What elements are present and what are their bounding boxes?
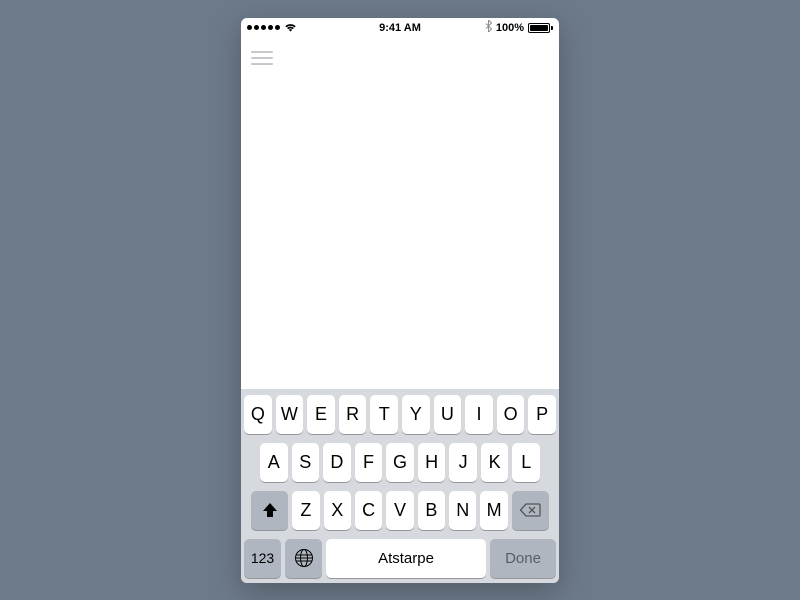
- signal-strength-icon: [247, 25, 280, 30]
- key-i[interactable]: I: [465, 395, 493, 434]
- key-n[interactable]: N: [449, 491, 476, 530]
- key-p[interactable]: P: [528, 395, 556, 434]
- nav-bar: [241, 38, 559, 78]
- space-key[interactable]: Atstarpe: [326, 539, 486, 578]
- key-s[interactable]: S: [292, 443, 320, 482]
- status-bar: 9:41 AM 100%: [241, 18, 559, 38]
- globe-key[interactable]: [285, 539, 322, 578]
- key-o[interactable]: O: [497, 395, 525, 434]
- key-w[interactable]: W: [276, 395, 304, 434]
- backspace-key[interactable]: [512, 491, 549, 530]
- key-l[interactable]: L: [512, 443, 540, 482]
- key-f[interactable]: F: [355, 443, 383, 482]
- key-c[interactable]: C: [355, 491, 382, 530]
- key-x[interactable]: X: [324, 491, 351, 530]
- bluetooth-icon: [485, 20, 492, 35]
- key-u[interactable]: U: [434, 395, 462, 434]
- keyboard-row-3: Z X C V B N M: [244, 491, 556, 530]
- key-r[interactable]: R: [339, 395, 367, 434]
- key-d[interactable]: D: [323, 443, 351, 482]
- key-t[interactable]: T: [370, 395, 398, 434]
- key-m[interactable]: M: [480, 491, 507, 530]
- battery-icon: [528, 23, 553, 33]
- keyboard-row-4: 123 Atstarpe Done: [244, 539, 556, 578]
- status-time: 9:41 AM: [379, 22, 421, 34]
- done-key[interactable]: Done: [490, 539, 556, 578]
- numbers-key[interactable]: 123: [244, 539, 281, 578]
- menu-icon[interactable]: [251, 51, 273, 65]
- globe-icon: [294, 548, 314, 568]
- backspace-icon: [519, 502, 541, 518]
- keyboard: Q W E R T Y U I O P A S D F G H J K L: [241, 389, 559, 583]
- shift-icon: [261, 502, 279, 518]
- key-a[interactable]: A: [260, 443, 288, 482]
- shift-key[interactable]: [251, 491, 288, 530]
- wifi-icon: [284, 23, 297, 32]
- keyboard-row-2: A S D F G H J K L: [244, 443, 556, 482]
- key-v[interactable]: V: [386, 491, 413, 530]
- key-y[interactable]: Y: [402, 395, 430, 434]
- key-e[interactable]: E: [307, 395, 335, 434]
- key-b[interactable]: B: [418, 491, 445, 530]
- key-k[interactable]: K: [481, 443, 509, 482]
- content-area[interactable]: [241, 78, 559, 389]
- key-z[interactable]: Z: [292, 491, 319, 530]
- key-h[interactable]: H: [418, 443, 446, 482]
- keyboard-row-1: Q W E R T Y U I O P: [244, 395, 556, 434]
- key-q[interactable]: Q: [244, 395, 272, 434]
- key-g[interactable]: G: [386, 443, 414, 482]
- phone-frame: 9:41 AM 100% Q W E R T Y: [241, 18, 559, 583]
- key-j[interactable]: J: [449, 443, 477, 482]
- battery-pct: 100%: [496, 22, 524, 34]
